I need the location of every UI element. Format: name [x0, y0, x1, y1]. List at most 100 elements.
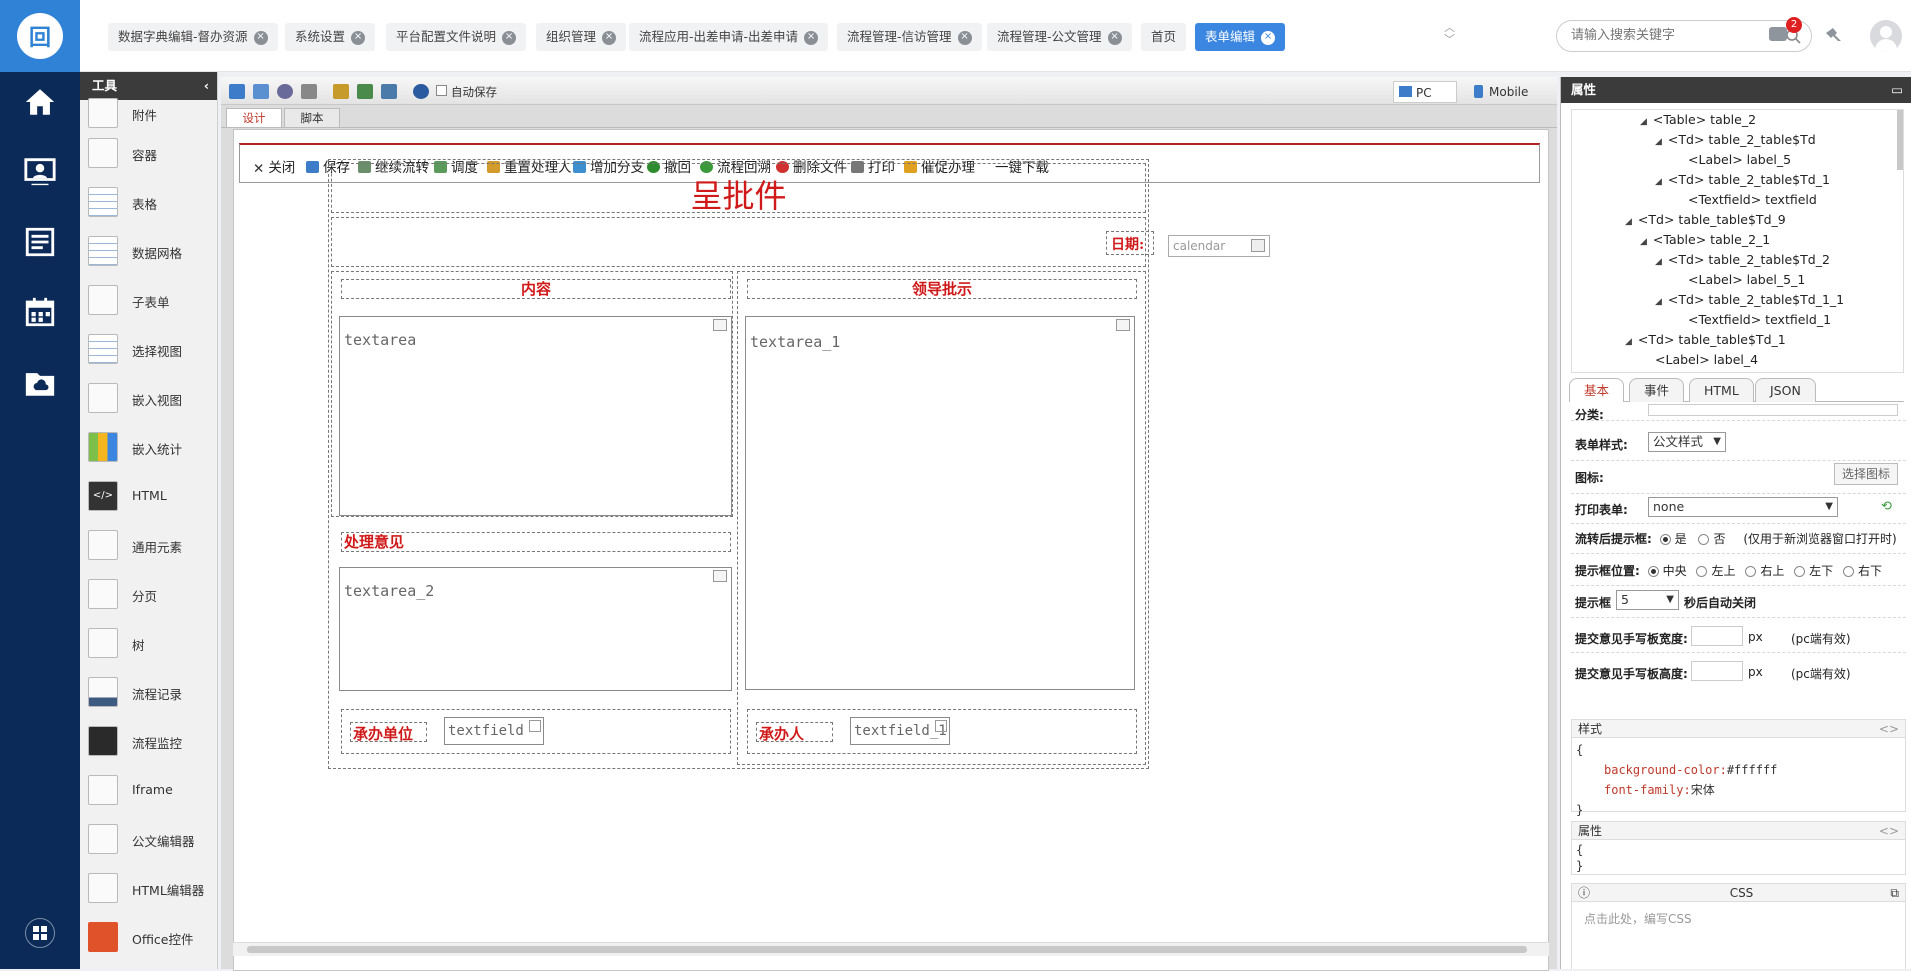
close-icon[interactable]: × — [957, 30, 972, 45]
text-mode-icon[interactable] — [713, 319, 727, 331]
category-input[interactable] — [1648, 404, 1898, 416]
export-icon[interactable] — [381, 84, 397, 99]
choose-icon-button[interactable]: 选择图标 — [1834, 463, 1898, 485]
apps-grid-icon[interactable] — [25, 918, 55, 948]
tool-embed-stats[interactable]: 嵌入统计 — [88, 428, 208, 468]
leader-textarea[interactable]: textarea_1 — [745, 316, 1135, 690]
import-icon[interactable] — [357, 84, 373, 99]
autosave-checkbox[interactable] — [436, 85, 447, 96]
tool-flow-monitor[interactable]: 流程监控 — [88, 722, 208, 762]
opinion-textarea[interactable]: textarea_2 — [339, 567, 732, 691]
avatar[interactable] — [1870, 20, 1902, 52]
css-editor[interactable]: ⓘ CSS ⧉ 点击此处，编写CSS — [1571, 883, 1906, 969]
tree-node[interactable]: ◢ <Td> table_table$Td_1 — [1625, 332, 1786, 347]
tool-select-view[interactable]: 选择视图 — [88, 330, 208, 370]
tool-tree[interactable]: 树 — [88, 624, 208, 664]
content-textarea[interactable]: textarea — [339, 316, 732, 516]
tool-doc-editor[interactable]: 公文编辑器 — [88, 820, 208, 860]
document-icon[interactable] — [22, 224, 58, 260]
tool-html[interactable]: </> HTML — [88, 477, 208, 517]
tab-events[interactable]: 事件 — [1629, 378, 1685, 402]
home-icon[interactable] — [22, 84, 58, 120]
app-logo[interactable]: 回 — [0, 0, 80, 72]
popout-icon[interactable]: ⧉ — [1890, 884, 1899, 902]
magic-icon[interactable] — [333, 84, 349, 99]
tree-node[interactable]: ◢ <Td> table_table$Td_9 — [1625, 212, 1786, 227]
close-icon[interactable]: × — [351, 30, 366, 45]
minimize-icon[interactable]: ▭ — [1891, 77, 1903, 103]
radio-top-left[interactable] — [1696, 566, 1708, 577]
calendar-icon[interactable] — [1251, 239, 1265, 252]
tool-table[interactable]: 表格 — [88, 183, 208, 223]
tab-json[interactable]: JSON — [1755, 378, 1816, 402]
tab-form-edit[interactable]: 表单编辑 × — [1195, 23, 1286, 51]
tab-official-doc[interactable]: 流程管理-公文管理 × — [987, 23, 1132, 51]
prompt-seconds-select[interactable]: 5 ▼ — [1616, 590, 1679, 610]
tree-node[interactable]: <Textfield> textfield_1 — [1688, 312, 1831, 327]
print-form-select[interactable]: none ▼ — [1648, 497, 1838, 517]
search-input[interactable] — [1569, 27, 1769, 44]
attribute-editor[interactable]: 属性 <> { } — [1571, 821, 1906, 875]
radio-yes[interactable] — [1659, 534, 1671, 545]
tab-home[interactable]: 首页 — [1141, 23, 1187, 51]
tree-node[interactable]: ◢ <Table> table_2_1 — [1640, 232, 1770, 247]
tool-flow-log[interactable]: 流程记录 — [88, 673, 208, 713]
expand-icon[interactable]: <> — [1879, 822, 1899, 840]
text-mode-icon[interactable] — [713, 570, 727, 582]
edit-icon[interactable] — [529, 720, 541, 732]
style-editor[interactable]: 样式 <> { background-color:#ffffff font-fam… — [1571, 719, 1906, 817]
tab-travel-apply[interactable]: 流程应用-出差申请-出差申请 × — [629, 23, 829, 51]
tree-node[interactable]: ◢ <Td> table_2_table$Td_2 — [1655, 252, 1830, 267]
tool-subform[interactable]: 子表单 — [88, 281, 208, 321]
close-icon[interactable]: × — [1107, 30, 1122, 45]
tree-node[interactable]: <Textfield> textfield — [1688, 192, 1817, 207]
tool-html-editor[interactable]: HTML编辑器 — [88, 869, 208, 909]
save-icon[interactable] — [253, 84, 269, 99]
tree-node[interactable]: ◢ <Td> table_2_table$Td_1_1 — [1655, 292, 1844, 307]
close-icon[interactable]: × — [602, 30, 617, 45]
tool-attachment[interactable]: 附件 — [88, 94, 208, 134]
calendar-icon[interactable] — [22, 294, 58, 330]
close-icon[interactable]: × — [804, 30, 819, 45]
print-icon[interactable] — [301, 84, 317, 99]
tab-script[interactable]: 脚本 — [284, 108, 340, 128]
tree-node[interactable]: ◢ <Td> table_2_table$Td_1 — [1655, 172, 1830, 187]
help-icon[interactable] — [413, 84, 429, 99]
expand-icon[interactable]: <> — [1879, 720, 1899, 738]
text-mode-icon[interactable] — [1116, 319, 1130, 331]
tab-config-doc[interactable]: 平台配置文件说明 × — [386, 23, 527, 51]
pin-icon[interactable] — [1824, 27, 1842, 45]
radio-bottom-right[interactable] — [1843, 566, 1855, 577]
height-input[interactable] — [1691, 661, 1743, 681]
close-icon[interactable]: × — [253, 30, 268, 45]
radio-no[interactable] — [1698, 534, 1710, 545]
tool-datagrid[interactable]: 数据网格 — [88, 232, 208, 272]
tool-embed-view[interactable]: 嵌入视图 — [88, 379, 208, 419]
tree-node[interactable]: ◢ <Td> table_2_table$Td — [1655, 132, 1816, 147]
person-textfield[interactable]: textfield_1 — [850, 717, 950, 745]
tool-iframe[interactable]: Iframe — [88, 771, 208, 811]
tool-general-element[interactable]: 通用元素 — [88, 526, 208, 566]
tab-design[interactable]: 设计 — [226, 108, 282, 128]
tab-petition[interactable]: 流程管理-信访管理 × — [837, 23, 982, 51]
edit-icon[interactable] — [935, 720, 947, 732]
message-icon[interactable] — [1769, 27, 1787, 41]
cloud-folder-icon[interactable] — [22, 365, 58, 401]
tab-scroll-arrows[interactable]: ︿ ﹀ — [1444, 22, 1455, 46]
radio-bottom-left[interactable] — [1794, 566, 1806, 577]
mobile-toggle[interactable]: Mobile — [1467, 81, 1547, 103]
unit-textfield[interactable]: textfield — [444, 717, 544, 745]
close-button[interactable]: ✕ 关闭 — [253, 156, 295, 177]
tree-node[interactable]: <Label> label_5_1 — [1688, 272, 1805, 287]
radio-top-right[interactable] — [1745, 566, 1757, 577]
new-icon[interactable] — [229, 84, 245, 99]
tab-system-settings[interactable]: 系统设置 × — [285, 23, 376, 51]
tool-container[interactable]: 容器 — [88, 134, 208, 174]
pc-toggle[interactable]: PC — [1393, 81, 1457, 103]
horizontal-scrollbar[interactable] — [233, 942, 1549, 956]
tab-org-manage[interactable]: 组织管理 × — [536, 23, 627, 51]
scrollbar-thumb[interactable] — [247, 946, 1527, 953]
form-style-select[interactable]: 公文样式 ▼ — [1648, 432, 1726, 452]
width-input[interactable] — [1691, 626, 1743, 646]
tree-node[interactable]: <Label> label_4 — [1655, 352, 1758, 367]
